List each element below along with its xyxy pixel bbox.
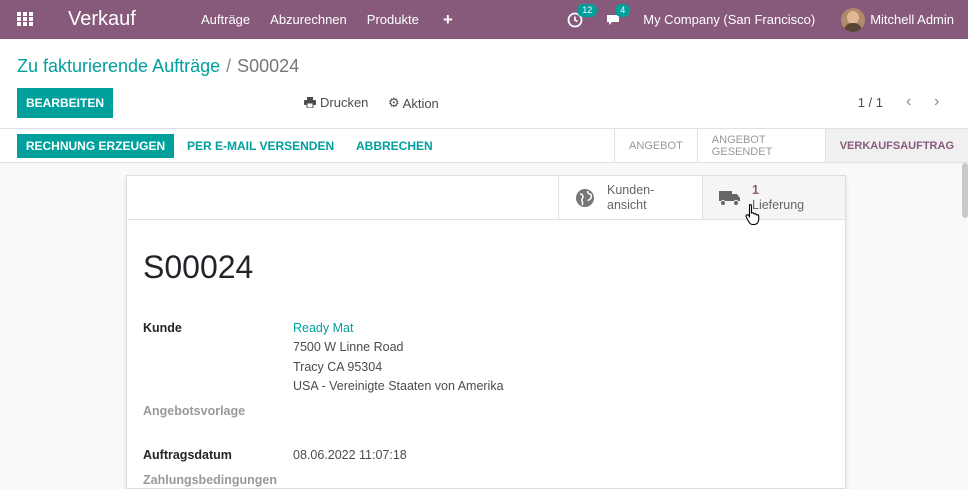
form-statusbar: RECHNUNG ERZEUGEN PER E-MAIL VERSENDEN A… bbox=[0, 128, 968, 163]
messages-icon[interactable]: 4 bbox=[605, 3, 631, 28]
edit-button[interactable]: BEARBEITEN bbox=[17, 88, 113, 118]
menu-item-to-invoice[interactable]: Abzurechnen bbox=[260, 12, 357, 27]
chevron-left-icon[interactable]: ‹ bbox=[906, 93, 911, 111]
app-title[interactable]: Verkauf bbox=[68, 8, 136, 31]
action-label: Aktion bbox=[402, 95, 439, 111]
avatar[interactable] bbox=[841, 7, 866, 32]
systray: 12 4 My Company (San Francisco) Mitchell… bbox=[567, 0, 968, 39]
customer-preview-button[interactable]: Kunden- ansicht bbox=[558, 176, 702, 219]
globe-icon bbox=[576, 188, 594, 207]
breadcrumb-parent[interactable]: Zu fakturierende Aufträge bbox=[17, 56, 220, 76]
order-date-label: Auftragsdatum bbox=[143, 448, 232, 462]
smart-button-box: Kunden- ansicht 1 Lieferung bbox=[127, 176, 845, 220]
customer-label: Kunde bbox=[143, 321, 182, 335]
company-switcher[interactable]: My Company (San Francisco) bbox=[643, 12, 815, 27]
truck-icon bbox=[719, 190, 740, 206]
breadcrumb-current: S00024 bbox=[237, 56, 300, 76]
breadcrumb: Zu fakturierende Aufträge / S00024 bbox=[17, 56, 299, 77]
action-button[interactable]: ⚙ Aktion bbox=[388, 95, 439, 111]
stage-pipeline: ANGEBOT ANGEBOT GESENDET VERKAUFSAUFTRAG bbox=[614, 129, 968, 162]
create-invoice-button[interactable]: RECHNUNG ERZEUGEN bbox=[17, 134, 174, 158]
order-date-value: 08.06.2022 11:07:18 bbox=[293, 448, 407, 462]
chevron-right-icon[interactable]: › bbox=[934, 93, 939, 111]
hand-cursor-icon bbox=[745, 203, 760, 225]
activity-clock-icon[interactable]: 12 bbox=[567, 3, 598, 28]
stage-sales-order[interactable]: VERKAUFSAUFTRAG bbox=[824, 129, 968, 162]
document-name: S00024 bbox=[143, 249, 254, 285]
send-email-button[interactable]: PER E-MAIL VERSENDEN bbox=[187, 139, 334, 153]
delivery-count: 1 bbox=[752, 182, 759, 197]
print-button[interactable]: Drucken bbox=[304, 95, 368, 110]
pager-value[interactable]: 1 / 1 bbox=[858, 95, 883, 110]
main-menu: Aufträge Abzurechnen Produkte + bbox=[191, 0, 463, 39]
customer-address-line2: Tracy CA 95304 bbox=[293, 360, 383, 374]
delivery-button[interactable]: 1 Lieferung bbox=[702, 176, 845, 219]
menu-item-orders[interactable]: Aufträge bbox=[191, 12, 260, 27]
customer-preview-line1: Kunden- bbox=[607, 182, 655, 197]
stage-quotation-sent[interactable]: ANGEBOT GESENDET bbox=[696, 129, 825, 162]
top-navbar: Verkauf Aufträge Abzurechnen Produkte + … bbox=[0, 0, 968, 39]
plus-icon[interactable]: + bbox=[429, 10, 463, 30]
customer-link[interactable]: Ready Mat bbox=[293, 321, 353, 335]
stage-quotation[interactable]: ANGEBOT bbox=[614, 129, 697, 162]
form-sheet: Kunden- ansicht 1 Lieferung S00024 Kunde… bbox=[126, 175, 846, 489]
user-menu[interactable]: Mitchell Admin bbox=[870, 12, 954, 27]
print-label: Drucken bbox=[320, 95, 369, 110]
activity-badge: 12 bbox=[577, 3, 598, 17]
payment-terms-label: Zahlungsbedingungen bbox=[143, 473, 278, 487]
quotation-template-label: Angebotsvorlage bbox=[143, 404, 246, 418]
messages-badge: 4 bbox=[615, 3, 631, 17]
menu-item-products[interactable]: Produkte bbox=[357, 12, 429, 27]
customer-address-line3: USA - Vereinigte Staaten von Amerika bbox=[293, 379, 504, 393]
breadcrumb-separator: / bbox=[226, 56, 232, 76]
gear-icon: ⚙ bbox=[388, 95, 400, 110]
customer-address-line1: 7500 W Linne Road bbox=[293, 340, 404, 354]
cancel-button[interactable]: ABBRECHEN bbox=[356, 139, 433, 153]
customer-preview-line2: ansicht bbox=[607, 197, 647, 212]
scrollbar[interactable] bbox=[962, 163, 968, 218]
apps-menu-icon[interactable] bbox=[17, 12, 34, 27]
print-icon bbox=[304, 97, 316, 108]
